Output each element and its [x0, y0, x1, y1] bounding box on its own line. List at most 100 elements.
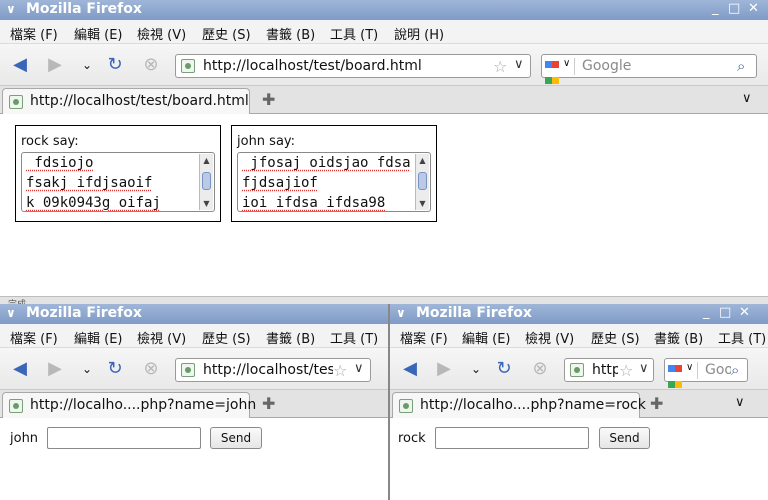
tab-rock[interactable]: http://localho....php?name=rock [392, 392, 646, 418]
new-tab-icon[interactable]: ✚ [262, 394, 275, 413]
menu-bookmarks[interactable]: 書籤 (B) [266, 328, 315, 347]
url-dropdown-icon[interactable]: ∨ [514, 57, 524, 72]
window-menu-chevron-icon[interactable]: ∨ [6, 306, 16, 320]
message-textarea[interactable]: jfosaj oidsjao fdsa fjdsajiof ioi ifdsa … [237, 152, 431, 212]
maximize-button[interactable]: □ [719, 305, 731, 320]
tab-site-icon [399, 399, 413, 413]
address-bar[interactable]: http://localhost/test/board.html ☆ ∨ [175, 54, 531, 78]
scroll-thumb[interactable] [202, 172, 211, 190]
site-identity-icon[interactable] [181, 363, 195, 377]
menu-bookmarks[interactable]: 書籤 (B) [654, 328, 703, 347]
forward-icon[interactable]: ▶ [44, 55, 66, 75]
name-label: john [10, 431, 39, 446]
bookmark-star-icon[interactable]: ☆ [333, 361, 347, 380]
board-rock: rock say: fdsiojo fsakj ifdjsaoif k 09k0… [15, 125, 221, 222]
stop-icon[interactable]: ⊗ [140, 359, 162, 379]
back-icon[interactable]: ◀ [399, 359, 421, 379]
menu-view[interactable]: 檢視 (V) [137, 24, 186, 43]
stop-icon[interactable]: ⊗ [529, 359, 551, 379]
address-text[interactable]: http://localhost/test [203, 362, 333, 378]
reload-icon[interactable]: ↻ [493, 359, 515, 379]
bookmark-star-icon[interactable]: ☆ [493, 57, 507, 76]
reload-icon[interactable]: ↻ [104, 55, 126, 75]
close-button[interactable]: ✕ [748, 1, 759, 16]
search-engine-icon[interactable]: ∨ [545, 58, 575, 84]
address-text[interactable]: http://localhost/test/board.html [203, 58, 493, 74]
menu-tools[interactable]: 工具 (T) [718, 328, 766, 347]
menu-edit[interactable]: 編輯 (E) [74, 24, 123, 43]
scroll-down-icon[interactable]: ▼ [416, 197, 429, 210]
stop-icon[interactable]: ⊗ [140, 55, 162, 75]
tab-title: http://localho....php?name=rock [420, 397, 646, 413]
close-button[interactable]: ✕ [739, 305, 750, 320]
search-engine-icon[interactable]: ∨ [668, 362, 698, 388]
new-tab-icon[interactable]: ✚ [650, 394, 663, 413]
menu-history[interactable]: 歷史 (S) [591, 328, 640, 347]
url-dropdown-icon[interactable]: ∨ [639, 361, 649, 376]
address-bar[interactable]: http://localhost/test ☆ ∨ [175, 358, 371, 382]
tab-bar: http://localho....php?name=rock ✚ ∨ [390, 390, 768, 418]
address-text[interactable]: http:// [592, 362, 618, 378]
menu-view[interactable]: 檢視 (V) [137, 328, 186, 347]
tab-john[interactable]: http://localho....php?name=john [2, 392, 256, 418]
back-icon[interactable]: ◀ [9, 55, 31, 75]
message-input[interactable] [435, 427, 589, 449]
minimize-button[interactable]: _ [712, 1, 719, 16]
menu-edit[interactable]: 編輯 (E) [74, 328, 123, 347]
search-icon[interactable]: ⌕ [737, 57, 745, 75]
reload-icon[interactable]: ↻ [104, 359, 126, 379]
page-content: rock Send [390, 419, 768, 500]
scroll-thumb[interactable] [418, 172, 427, 190]
message-textarea[interactable]: fdsiojo fsakj ifdjsaoif k 09k0943g oifaj… [21, 152, 215, 212]
scroll-down-icon[interactable]: ▼ [200, 197, 213, 210]
history-dropdown-icon[interactable]: ⌄ [465, 359, 487, 379]
bookmark-star-icon[interactable]: ☆ [619, 361, 633, 380]
menu-bookmarks[interactable]: 書籤 (B) [266, 24, 315, 43]
history-dropdown-icon[interactable]: ⌄ [76, 55, 98, 75]
menu-file[interactable]: 檔案 (F) [10, 24, 58, 43]
tab-board[interactable]: http://localhost/test/board.html [2, 88, 250, 114]
site-identity-icon[interactable] [570, 363, 584, 377]
menu-edit[interactable]: 編輯 (E) [462, 328, 511, 347]
send-button[interactable]: Send [210, 427, 262, 449]
scrollbar[interactable]: ▲ ▼ [199, 154, 213, 210]
menu-history[interactable]: 歷史 (S) [202, 328, 251, 347]
minimize-button[interactable]: _ [703, 305, 710, 320]
menu-file[interactable]: 檔案 (F) [10, 328, 58, 347]
window-menu-chevron-icon[interactable]: ∨ [6, 2, 16, 16]
site-identity-icon[interactable] [181, 59, 195, 73]
menu-view[interactable]: 檢視 (V) [525, 328, 574, 347]
tab-list-icon[interactable]: ∨ [735, 395, 745, 410]
search-bar[interactable]: ∨ Goo ⌕ [664, 358, 748, 388]
scroll-up-icon[interactable]: ▲ [416, 154, 429, 167]
send-button[interactable]: Send [599, 427, 650, 449]
menu-tools[interactable]: 工具 (T) [330, 24, 378, 43]
tab-site-icon [9, 399, 23, 413]
menu-history[interactable]: 歷史 (S) [202, 24, 251, 43]
forward-icon[interactable]: ▶ [433, 359, 455, 379]
search-bar[interactable]: ∨ Google ⌕ [541, 54, 757, 84]
maximize-button[interactable]: □ [728, 1, 740, 16]
navigation-toolbar: ◀ ▶ ⌄ ↻ ⊗ http:// ☆ ∨ ∨ Goo ⌕ [390, 348, 768, 390]
tab-title: http://localhost/test/board.html [30, 93, 249, 109]
title-bar: ∨ Mozilla Firefox _ □ ✕ [0, 0, 768, 20]
tab-list-icon[interactable]: ∨ [742, 91, 752, 106]
history-dropdown-icon[interactable]: ⌄ [76, 359, 98, 379]
window-menu-chevron-icon[interactable]: ∨ [396, 306, 406, 320]
search-icon[interactable]: ⌕ [731, 361, 739, 379]
url-dropdown-icon[interactable]: ∨ [354, 361, 364, 376]
address-bar[interactable]: http:// ☆ ∨ [564, 358, 654, 382]
menu-bar: 檔案 (F) 編輯 (E) 檢視 (V) 歷史 (S) 書籤 (B) 工具 (T… [390, 324, 768, 348]
menu-tools[interactable]: 工具 (T) [330, 328, 378, 347]
back-icon[interactable]: ◀ [9, 359, 31, 379]
menu-help[interactable]: 說明 (H) [394, 24, 444, 43]
search-placeholder: Google [582, 58, 632, 74]
forward-icon[interactable]: ▶ [44, 359, 66, 379]
message-input[interactable] [47, 427, 201, 449]
scroll-up-icon[interactable]: ▲ [200, 154, 213, 167]
message-line: fdsiojo [26, 155, 94, 171]
menu-file[interactable]: 檔案 (F) [400, 328, 448, 347]
speaker-label: john say: [237, 134, 296, 149]
new-tab-icon[interactable]: ✚ [262, 90, 275, 109]
scrollbar[interactable]: ▲ ▼ [415, 154, 429, 210]
